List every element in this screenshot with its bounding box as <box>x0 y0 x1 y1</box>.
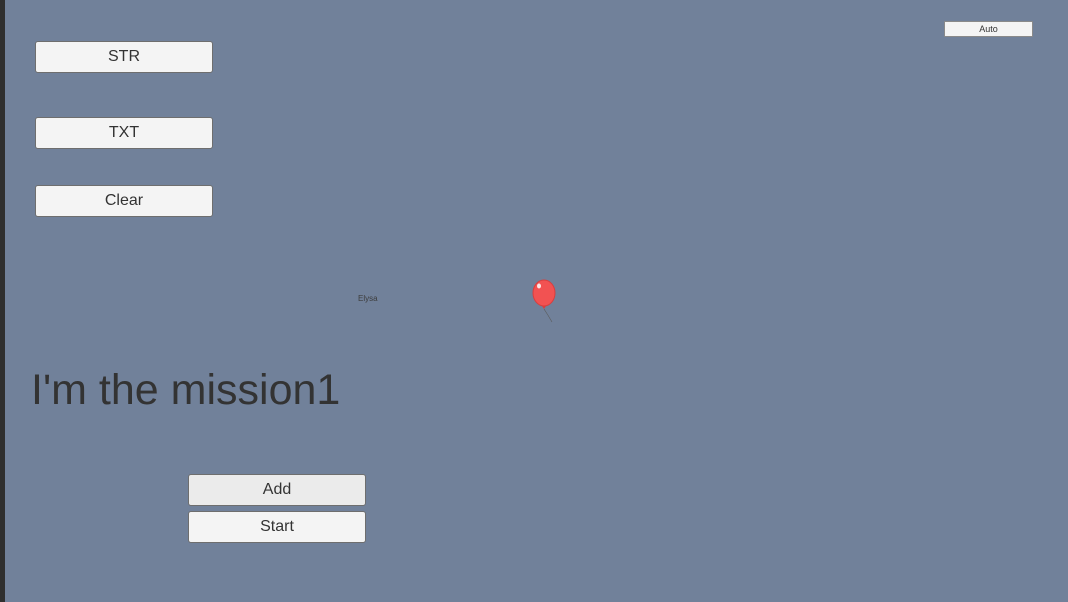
clear-button[interactable]: Clear <box>35 185 213 217</box>
mission-text: I'm the mission1 <box>31 366 341 414</box>
str-button[interactable]: STR <box>35 41 213 73</box>
character-name-label: Elysa <box>358 294 378 303</box>
auto-button[interactable]: Auto <box>944 21 1033 37</box>
window-edge <box>0 0 5 602</box>
add-button[interactable]: Add <box>188 474 366 506</box>
start-button[interactable]: Start <box>188 511 366 543</box>
txt-button[interactable]: TXT <box>35 117 213 149</box>
balloon-icon <box>532 279 556 323</box>
